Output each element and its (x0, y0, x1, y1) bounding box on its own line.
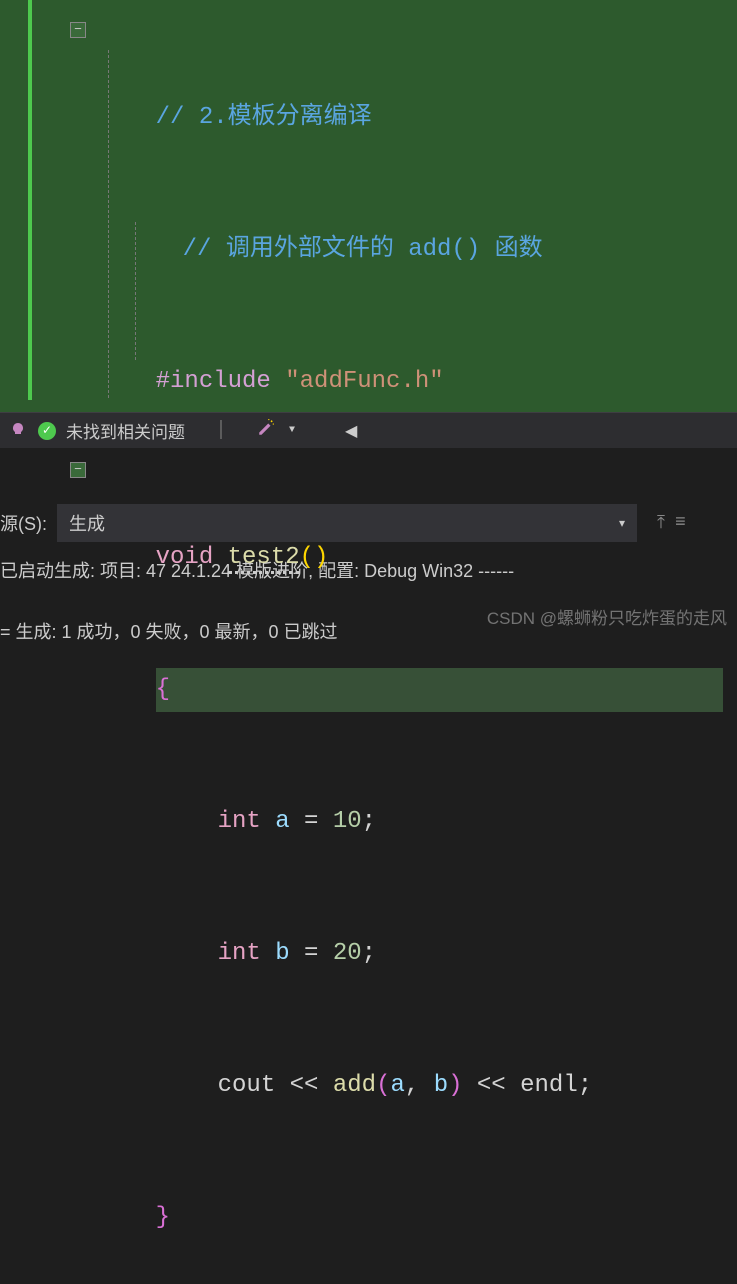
comment: // 2.模板分离编译 (156, 104, 372, 131)
code-line-2: // 调用外部文件的 add() 函数 (0, 184, 737, 316)
code-line-1: − // 2.模板分离编译 (0, 8, 737, 184)
var-a: a (275, 808, 289, 835)
function-name: test2 (228, 544, 300, 574)
watermark: CSDN @螺蛳粉只吃炸蛋的走风 (487, 604, 727, 629)
endl: endl (520, 1072, 578, 1099)
preprocessor: #include (156, 368, 271, 395)
include-path: "addFunc.h" (285, 368, 443, 395)
literal-20: 20 (333, 940, 362, 967)
code-line-4: − void test2() (0, 448, 737, 624)
var-b: b (275, 940, 289, 967)
open-brace: { (156, 676, 170, 703)
cout: cout (218, 1072, 276, 1099)
call-add: add (333, 1072, 376, 1099)
code-line-3: #include "addFunc.h" (0, 316, 737, 448)
literal-10: 10 (333, 808, 362, 835)
keyword-void: void (156, 544, 214, 571)
type-int: int (218, 940, 261, 967)
close-brace: } (156, 1204, 170, 1231)
code-line-5: { (0, 624, 737, 756)
code-line-8: cout << add(a, b) << endl; (0, 1020, 737, 1152)
code-editor[interactable]: − // 2.模板分离编译 // 调用外部文件的 add() 函数 #inclu… (0, 0, 737, 412)
comment: // 调用外部文件的 add() 函数 (183, 236, 543, 263)
code-line-9: } (0, 1152, 737, 1284)
code-line-7: int b = 20; (0, 888, 737, 1020)
fold-minus-icon[interactable]: − (70, 22, 86, 38)
type-int: int (218, 808, 261, 835)
fold-minus-icon[interactable]: − (70, 462, 86, 478)
code-line-6: int a = 10; (0, 756, 737, 888)
